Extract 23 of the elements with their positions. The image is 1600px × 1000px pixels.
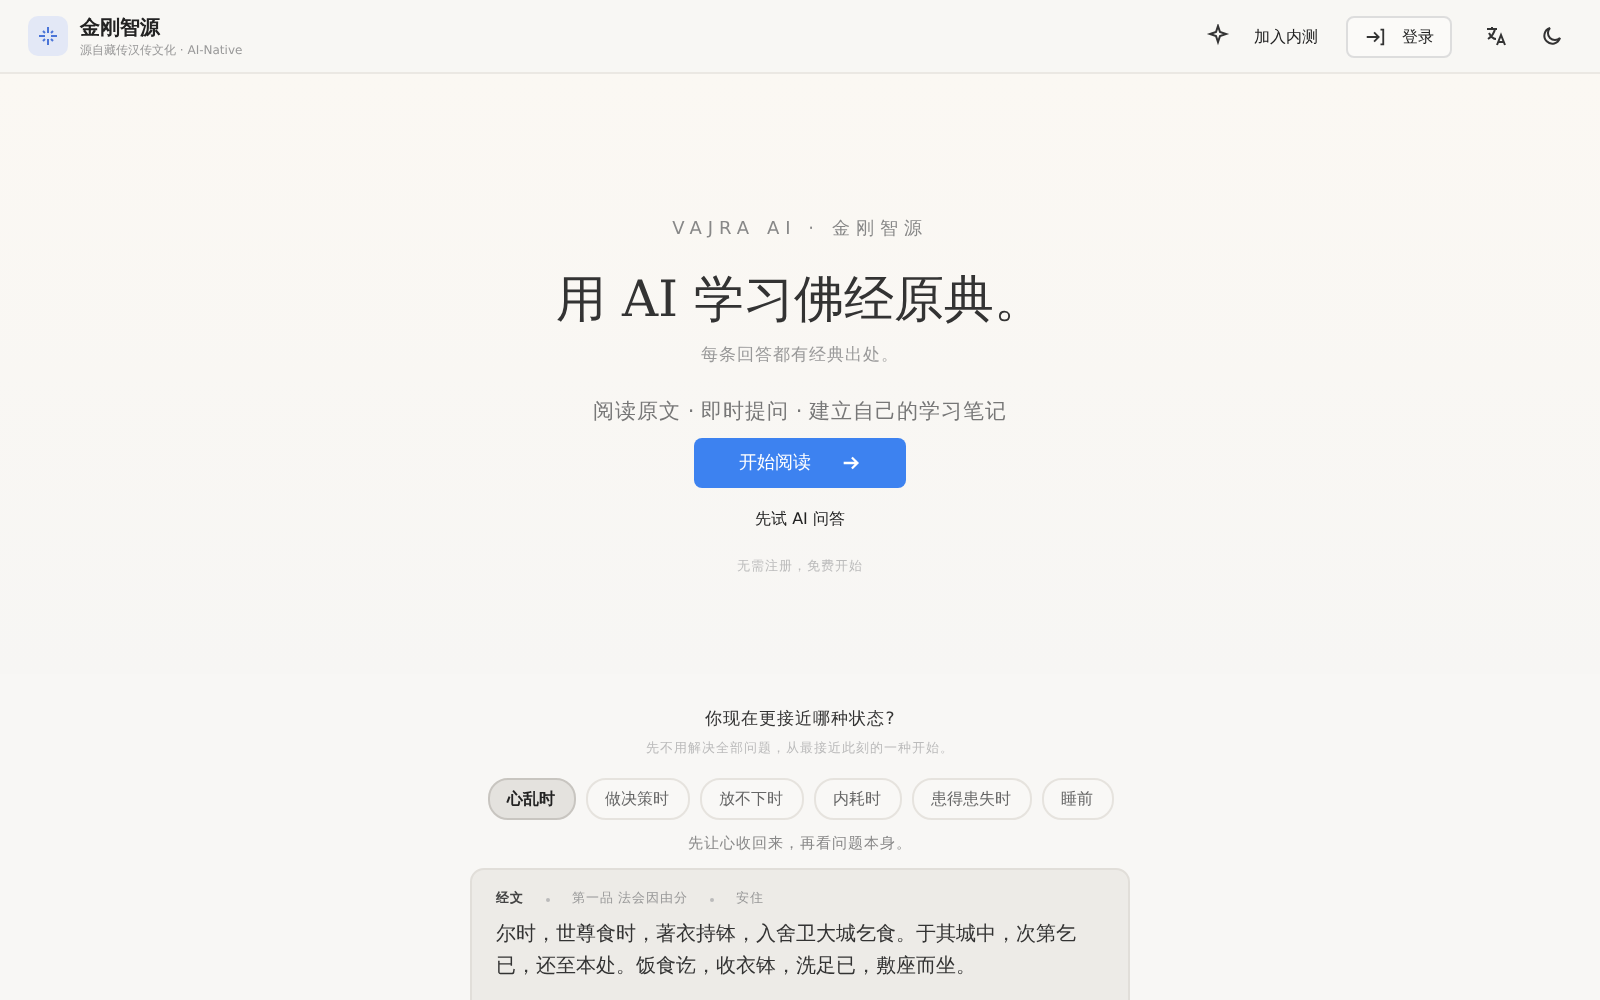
state-question: 你现在更接近哪种状态?	[705, 708, 895, 732]
login-icon	[1364, 25, 1386, 47]
eyebrow-text: VAJRA AI · 金刚智源	[672, 217, 928, 242]
sparkle-logo-icon	[28, 16, 68, 56]
feature-line: 阅读原文 · 即时提问 · 建立自己的学习笔记	[592, 398, 1008, 426]
state-chip[interactable]: 患得患失时	[911, 778, 1031, 820]
state-chip[interactable]: 做决策时	[585, 778, 689, 820]
moon-icon[interactable]	[1540, 24, 1564, 48]
state-chip[interactable]: 内耗时	[813, 778, 901, 820]
brand-name: 金刚智源	[80, 15, 162, 41]
start-reading-button[interactable]: 开始阅读	[694, 438, 906, 488]
login-button[interactable]: 登录	[1346, 15, 1452, 57]
arrow-right-icon	[839, 452, 861, 474]
state-chip[interactable]: 睡前	[1041, 778, 1113, 820]
translate-icon[interactable]	[1484, 24, 1508, 48]
state-chip[interactable]: 心乱时	[487, 778, 575, 820]
scripture-text: 尔时，世尊食时，著衣持钵，入舍卫大城乞食。于其城中，次第乞已，还至本处。饭食讫，收衣钵，洗足已，敷座而坐。	[496, 921, 1078, 982]
sparkle-icon	[1206, 24, 1230, 48]
state-chip[interactable]: 放不下时	[699, 778, 803, 820]
try-ai-link[interactable]: 先试 AI 问答	[755, 508, 845, 530]
hero-title: 用 AI 学习佛经原典。	[556, 268, 1044, 332]
join-beta-link[interactable]: 加入内测	[1254, 25, 1318, 47]
hero-subtitle: 每条回答都有经典出处。	[701, 344, 899, 368]
